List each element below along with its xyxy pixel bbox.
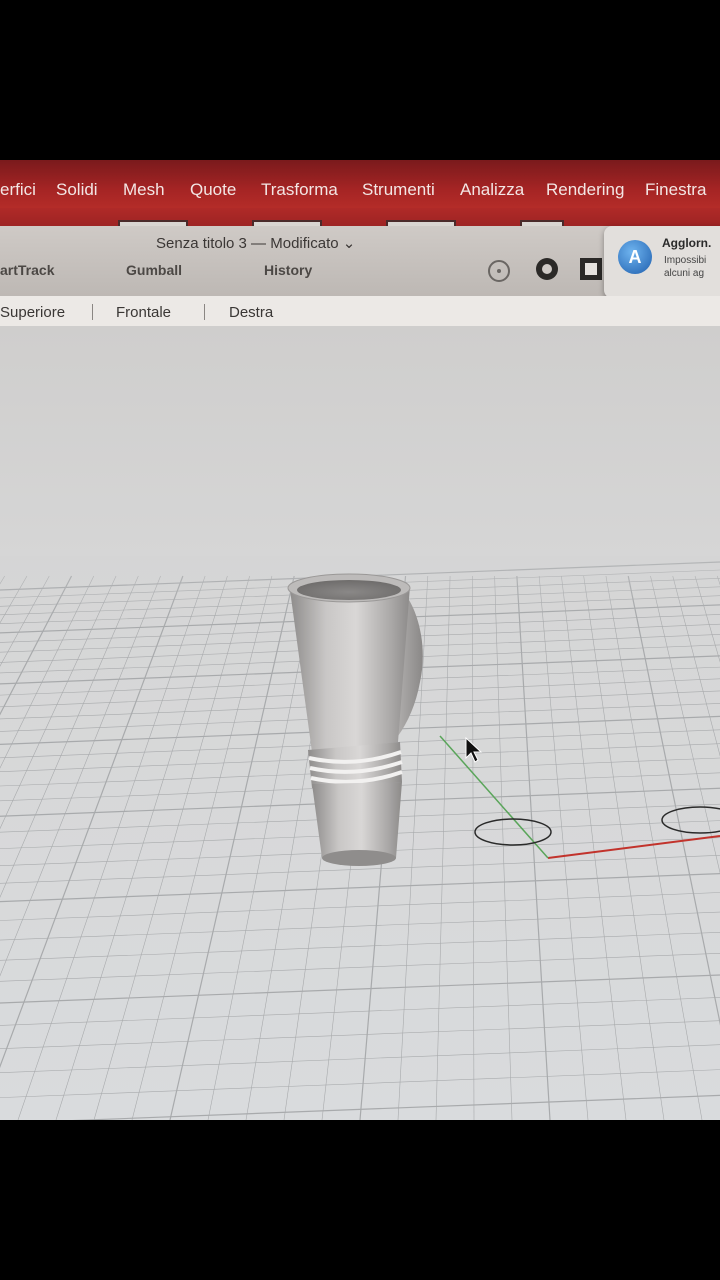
viewport-canvas bbox=[0, 556, 720, 1120]
grid-line bbox=[0, 575, 161, 977]
menu-solidi[interactable]: Solidi bbox=[56, 180, 98, 200]
grid-line bbox=[0, 872, 720, 903]
tab-separator bbox=[204, 304, 205, 320]
grid-line bbox=[0, 575, 184, 1069]
notification-title: Agglorn. bbox=[662, 236, 712, 250]
smarttrack-button[interactable]: artTrack bbox=[0, 262, 54, 278]
grid-line bbox=[694, 575, 720, 663]
x-axis-line bbox=[547, 835, 720, 859]
grid-line bbox=[0, 974, 720, 1004]
model-opening bbox=[297, 580, 401, 600]
grid-line bbox=[17, 575, 206, 1120]
gumball-button[interactable]: Gumball bbox=[126, 262, 182, 278]
grid-line bbox=[538, 575, 589, 1120]
notification-text: Impossibi alcuni ag bbox=[664, 254, 706, 280]
grid-line bbox=[0, 932, 720, 961]
grid-line bbox=[494, 575, 513, 1120]
monitor-screen: erfici Solidi Mesh Quote Trasforma Strum… bbox=[0, 160, 720, 1120]
update-notification[interactable]: A Agglorn. Impossibi alcuni ag bbox=[604, 226, 720, 298]
grid-line bbox=[0, 1044, 720, 1074]
tab-superiore[interactable]: Superiore bbox=[0, 304, 65, 321]
menu-analizza[interactable]: Analizza bbox=[460, 180, 524, 200]
grid-line bbox=[0, 575, 50, 667]
mouthpiece-model[interactable] bbox=[287, 573, 423, 866]
menu-trasforma[interactable]: Trasforma bbox=[261, 180, 338, 200]
menu-quote[interactable]: Quote bbox=[190, 180, 236, 200]
grid-line bbox=[0, 952, 720, 982]
model-upper-body bbox=[290, 586, 410, 752]
app-store-icon: A bbox=[618, 240, 652, 274]
y-axis-line bbox=[439, 735, 549, 859]
tab-separator bbox=[92, 304, 93, 320]
record-icon[interactable] bbox=[536, 258, 558, 280]
history-button[interactable]: History bbox=[264, 262, 312, 278]
photo-frame-top bbox=[0, 0, 720, 160]
window-title[interactable]: Senza titolo 3 — Modificato ⌄ bbox=[156, 234, 355, 252]
notification-line: alcuni ag bbox=[664, 268, 705, 279]
cursor-arrow-icon bbox=[465, 736, 483, 763]
viewport-tabs: Superiore Frontale Destra bbox=[0, 296, 720, 327]
stop-icon[interactable] bbox=[580, 258, 602, 280]
photo-frame-bottom bbox=[0, 1120, 720, 1280]
menu-finestra[interactable]: Finestra bbox=[645, 180, 706, 200]
tab-frontale[interactable]: Frontale bbox=[116, 304, 171, 321]
circle-curve[interactable] bbox=[474, 818, 552, 846]
grid-line bbox=[0, 997, 720, 1026]
circle-curve[interactable] bbox=[661, 806, 720, 834]
perspective-viewport[interactable] bbox=[0, 326, 720, 1120]
grid-line bbox=[472, 575, 475, 1120]
menu-superfici[interactable]: erfici bbox=[0, 180, 36, 200]
grid-line bbox=[516, 575, 551, 1120]
notification-line: Impossibi bbox=[664, 255, 707, 266]
tab-destra[interactable]: Destra bbox=[229, 304, 273, 321]
grid-line bbox=[0, 1069, 720, 1098]
grid-line bbox=[0, 575, 5, 585]
grid-line bbox=[0, 1020, 720, 1049]
menu-rendering[interactable]: Rendering bbox=[546, 180, 624, 200]
menu-mesh[interactable]: Mesh bbox=[123, 180, 165, 200]
target-icon[interactable] bbox=[488, 260, 510, 282]
menu-bar: erfici Solidi Mesh Quote Trasforma Strum… bbox=[0, 160, 720, 208]
menu-strumenti[interactable]: Strumenti bbox=[362, 180, 435, 200]
model-base bbox=[322, 850, 396, 866]
model-lower-body bbox=[312, 782, 402, 858]
grid-line bbox=[169, 575, 295, 1120]
grid-line bbox=[561, 575, 627, 1120]
